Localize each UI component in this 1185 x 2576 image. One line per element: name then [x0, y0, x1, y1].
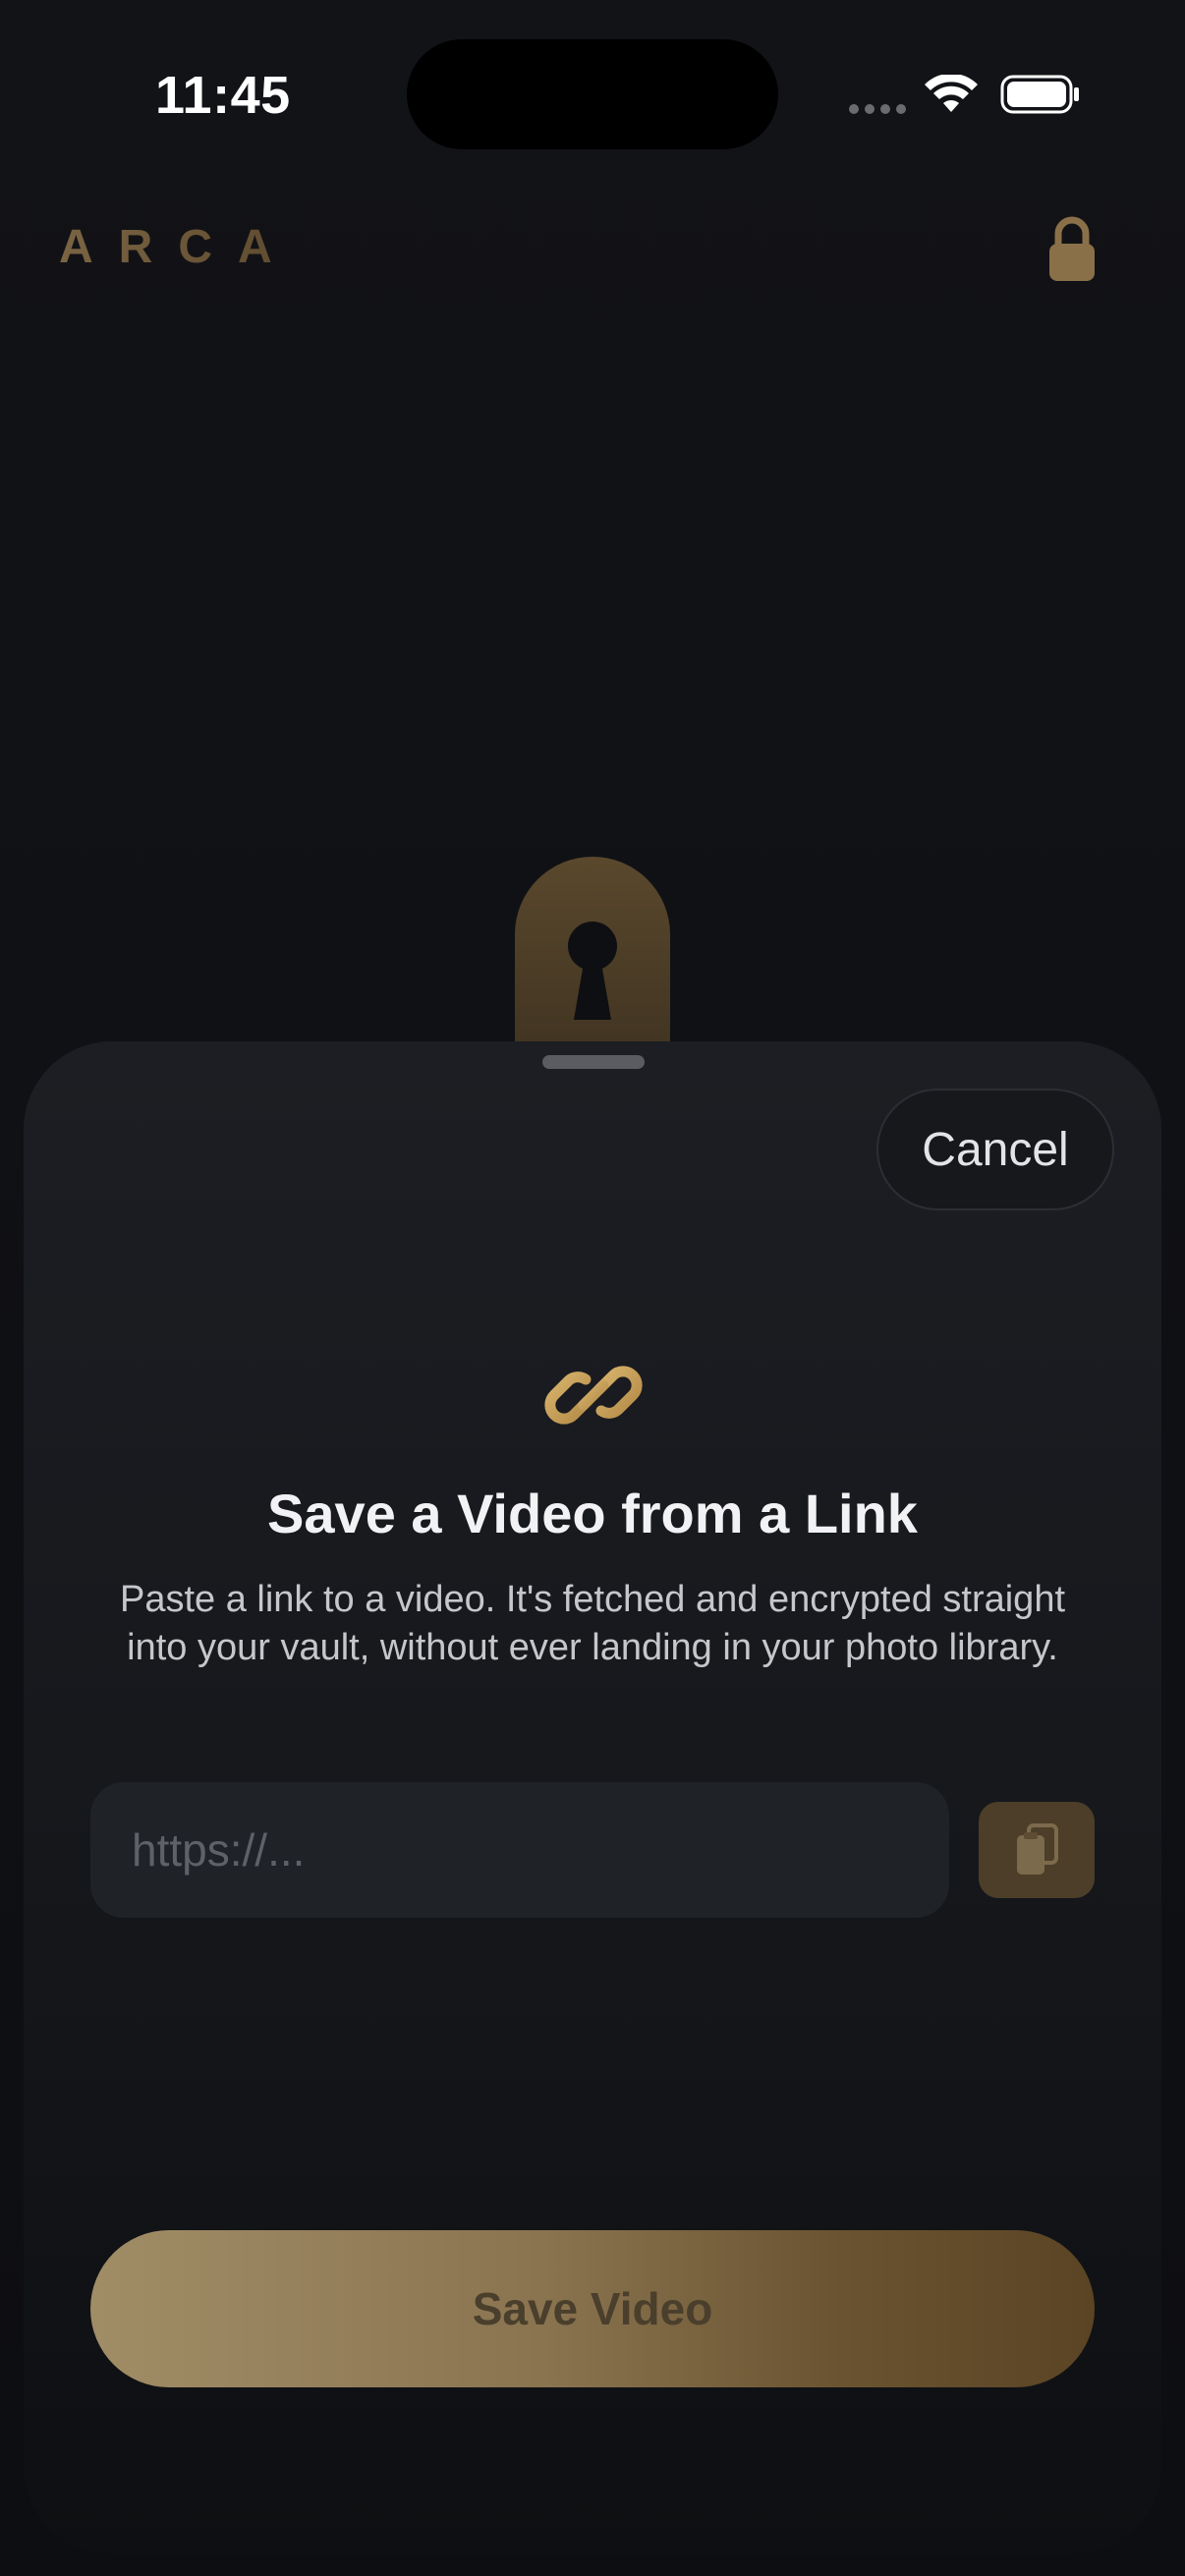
app-logo: ARCA	[59, 221, 298, 273]
sheet-description: Paste a link to a video. It's fetched an…	[119, 1579, 1066, 1668]
sheet-title: Save a Video from a Link	[267, 1483, 918, 1544]
save-video-button[interactable]: Save Video	[90, 2230, 1095, 2387]
url-field[interactable]	[90, 1782, 949, 1918]
cancel-button[interactable]: Cancel	[876, 1089, 1114, 1210]
paste-button[interactable]	[979, 1802, 1095, 1898]
battery-icon	[1000, 75, 1079, 114]
cellular-signal-icon	[849, 104, 906, 114]
lock-icon[interactable]	[1045, 214, 1099, 285]
dynamic-island	[407, 39, 778, 149]
link-icon	[544, 1366, 643, 1425]
sheet-grabber[interactable]	[542, 1055, 645, 1069]
url-input[interactable]	[130, 1822, 949, 1877]
keyhole-emblem	[515, 857, 670, 1073]
status-time: 11:45	[155, 66, 291, 125]
clipboard-icon	[1017, 1823, 1058, 1875]
wifi-icon	[925, 75, 978, 112]
screen: 11:45 ARCA Cancel Save a Video from a Li…	[0, 0, 1185, 2576]
link-import-sheet: Cancel Save a Video from a Link Paste a …	[24, 1041, 1161, 2554]
